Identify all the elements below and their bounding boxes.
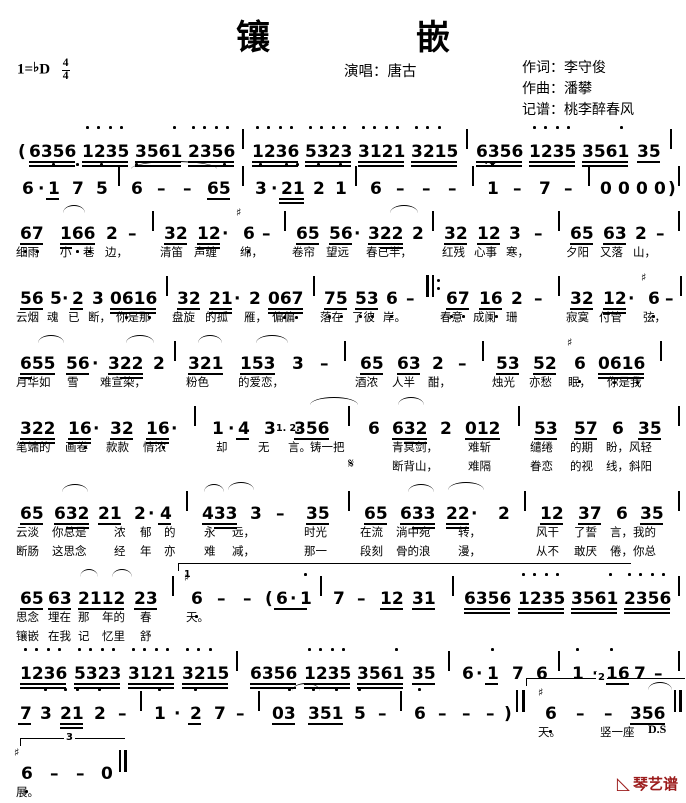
volta-2-label: 2 bbox=[596, 672, 607, 683]
lyrics-row-2: 断肠 这思念 经 年 亦 难 减， 那一 段刻 骨的浪 漫， 从不 敢厌 倦，你… bbox=[16, 544, 656, 558]
lyrics-row: 细雨 小 巷 边， 清笛 声缠 绵， 卷帘 望远 春已半， 红残 心事 寒， 夕… bbox=[16, 245, 656, 259]
note-row: 67 166 2 – 32 12 · ♯ 6 – 65 56 · 322 2 3… bbox=[0, 205, 686, 253]
time-signature: 4 4 bbox=[61, 57, 70, 82]
lyrics-row: 展。 bbox=[16, 785, 39, 799]
slur bbox=[63, 205, 85, 213]
sharp-icon: ♯ bbox=[641, 271, 647, 284]
system-intro-1: ( 6356 1235 3561 2356 1236 5323 3121 321… bbox=[0, 126, 686, 167]
trill-icon: 〜 bbox=[485, 157, 496, 170]
sharp-icon: ♯ bbox=[567, 336, 573, 349]
volta-1-label: 1 bbox=[184, 569, 191, 580]
volta-bracket-1 bbox=[178, 563, 631, 571]
repeat-start-barline bbox=[426, 275, 430, 297]
ds-marking: D.S bbox=[648, 722, 667, 736]
transcriber-credit: 记谱：桃李醉春风 bbox=[522, 102, 634, 118]
note-row: 322 16 · 32 16 · 1 · 4 3 356 6 632 2 012… bbox=[0, 397, 686, 449]
singer-credit: 演唱：唐古 bbox=[344, 64, 417, 80]
site-logo[interactable]: ◺ 琴艺谱 bbox=[617, 776, 678, 793]
sharp-icon: ♯ bbox=[538, 686, 544, 699]
repeat-dots bbox=[437, 279, 441, 295]
system-verse-2: 56 5 · 2 3 0616 32 21 · 2 067 75 53 6 – … bbox=[0, 271, 686, 328]
sharp-icon: ♯ bbox=[236, 206, 242, 219]
slur bbox=[126, 335, 154, 343]
system-coda-2: 7 3 21 2 – 1 · 2 7 – 03 351 5 – 6 – – – … bbox=[0, 672, 686, 743]
sheet-music-page: 镶 嵌 1=♭D 4 4 演唱：唐古 作词：李守俊 作曲：潘攀 记谱：桃李醉春风… bbox=[0, 0, 686, 801]
note-row: 7 3 21 2 – 1 · 2 7 – 03 351 5 – 6 – – – … bbox=[0, 672, 686, 733]
system-verse-5: 65 632 21 2 · 4 433 3 – 35 65 633 22 · 2… bbox=[0, 482, 686, 562]
slur bbox=[198, 335, 222, 343]
lyrics-row-2: 断背山， 难隔 眷恋 的视 线，斜阳 𝄋 bbox=[348, 456, 652, 473]
system-verse-6: 65 63 2112 23 ♯ 6 – – ( 6 · 1 7 – 12 31 … bbox=[0, 563, 686, 647]
system-verse-4: 322 16 · 32 16 · 1 · 4 3 356 6 632 2 012… bbox=[0, 397, 686, 477]
page-title: 镶 嵌 bbox=[236, 18, 476, 58]
system-verse-1: 67 166 2 – 32 12 · ♯ 6 – 65 56 · 322 2 3… bbox=[0, 205, 686, 263]
lyrics-row: 云烟 魂 已 断， 你是那 盘旋 的孤 雁， 偏偏 落在 了彼 岸。 春意 成阑… bbox=[16, 310, 666, 324]
barline bbox=[670, 129, 672, 149]
volta-3-label: 3 bbox=[64, 732, 75, 743]
slur bbox=[38, 335, 64, 343]
sharp-icon: ♯ bbox=[14, 746, 20, 759]
note-row: ♯ 6 – – 0 3 bbox=[0, 732, 686, 793]
slur bbox=[80, 569, 98, 577]
barline bbox=[242, 129, 244, 149]
note-row: ( 6356 1235 3561 2356 1236 5323 3121 321… bbox=[0, 126, 686, 167]
slur bbox=[256, 335, 288, 343]
note-row: 6 · 1 7 5 6 – – 65 3 · 21 2 1 6 – – – 1 … bbox=[0, 157, 686, 204]
barline bbox=[466, 129, 468, 149]
note-row: 655 56 · 322 2 321 153 3 – 65 63 2 – 53 … bbox=[0, 335, 686, 384]
slur bbox=[408, 484, 434, 492]
segno-icon: 𝄋 bbox=[348, 456, 355, 472]
ending-1-2-label: 1. 2. bbox=[276, 423, 300, 434]
slur bbox=[310, 397, 358, 405]
note-row: 65 63 2112 23 ♯ 6 – – ( 6 · 1 7 – 12 31 … bbox=[0, 563, 686, 618]
lyricist-credit: 作词：李守俊 bbox=[522, 60, 606, 76]
note-row: 56 5 · 2 3 0616 32 21 · 2 067 75 53 6 – … bbox=[0, 271, 686, 319]
slur bbox=[62, 484, 88, 492]
slur bbox=[390, 205, 418, 213]
meter-numerator: 4 bbox=[61, 57, 70, 71]
meter-denominator: 4 bbox=[62, 69, 69, 82]
credits-block: 作词：李守俊 作曲：潘攀 记谱：桃李醉春风 bbox=[522, 58, 634, 121]
lyrics-row-1: 笔端的 画卷 款款 情浓 却 无 言。 铸一把 青冥剑， 难斩 缱绻 的期 盼，… bbox=[16, 440, 652, 454]
slur bbox=[228, 482, 254, 490]
logo-text: 琴艺谱 bbox=[632, 775, 678, 793]
note-row: 65 632 21 2 · 4 433 3 – 35 65 633 22 · 2… bbox=[0, 482, 686, 529]
key-signature: 1=♭D 4 4 bbox=[17, 57, 70, 82]
slur bbox=[204, 484, 224, 492]
system-intro-2: 6 · 1 7 5 6 – – 65 3 · 21 2 1 6 – – – 1 … bbox=[0, 157, 686, 204]
lyrics-row-1: 思念 埋在 那 年的 春 天。 bbox=[16, 610, 209, 624]
lyrics-row-1: 云淡 你总是 浓 郁 的 永 远， 时光 在流 淌中宛 转， 风干 了誓 言，我… bbox=[16, 525, 656, 539]
slur bbox=[398, 397, 424, 405]
system-final: ♯ 6 – – 0 3 展。 bbox=[0, 732, 686, 803]
composer-credit: 作曲：潘攀 bbox=[522, 81, 592, 97]
key-prefix: 1= bbox=[17, 61, 34, 78]
logo-mark-icon: ◺ bbox=[616, 774, 630, 794]
system-verse-3: 655 56 · 322 2 321 153 3 – 65 63 2 – 53 … bbox=[0, 335, 686, 393]
key-letter: D bbox=[39, 61, 51, 78]
slur bbox=[112, 569, 132, 577]
lyrics-row-2: 镶嵌 在我 记 忆里 舒 bbox=[16, 629, 152, 643]
slur bbox=[448, 482, 484, 490]
lyrics-row: 月华如 雪 难宣染， 粉色 的爱恋， 酒浓 人半 酣， 烛光 亦愁 眠， 你是我 bbox=[16, 375, 642, 389]
